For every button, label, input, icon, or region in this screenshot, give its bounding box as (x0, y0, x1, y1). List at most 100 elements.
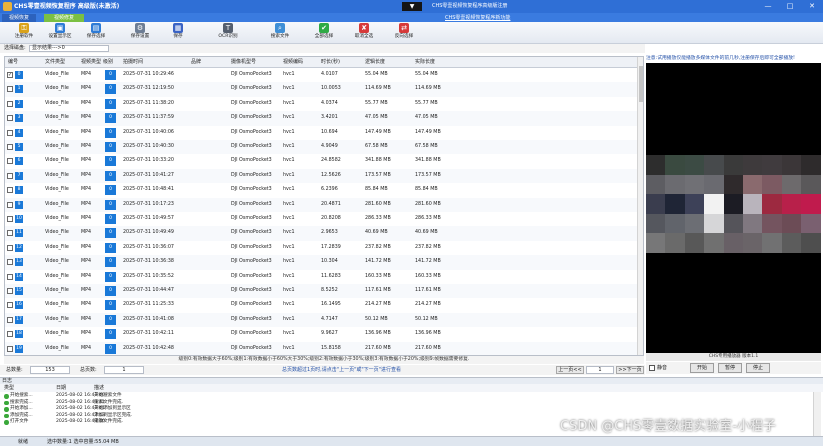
maximize-button[interactable]: □ (779, 0, 801, 13)
cell-dur: 2.9653 (321, 230, 338, 236)
table-row[interactable]: 3 Video_File MP4 2025-07-31 11:37:59 DJI Osm… (5, 111, 637, 126)
column-header[interactable]: 实际长度 (415, 57, 435, 68)
preview-pixel (743, 174, 763, 195)
preview-pixel (723, 233, 743, 253)
column-header[interactable]: 品牌 (191, 57, 201, 68)
cell-vtype: MP4 (81, 288, 92, 293)
table-row[interactable]: 10 Video_File MP4 2025-07-31 10:49:57 DJI Os… (5, 212, 637, 226)
row-checkbox[interactable] (7, 129, 13, 136)
table-row[interactable]: 17 Video_File MP4 2025-07-31 10:41:08 DJI Os… (5, 312, 637, 328)
row-checkbox[interactable] (7, 230, 13, 237)
row-checkbox[interactable] (7, 331, 13, 338)
row-checkbox[interactable] (7, 144, 13, 150)
cell-vtype: MP4 (81, 86, 92, 92)
toolbar-button-2[interactable]: ▤ 保存选择 (78, 23, 114, 43)
cell-ftype: Video_File (45, 129, 69, 135)
row-checkbox[interactable] (7, 244, 13, 251)
table-row[interactable]: 8 Video_File MP4 2025-07-31 10:48:41 DJI Osm… (5, 183, 637, 197)
cell-model: DJI OsmoPocket3 (231, 230, 272, 236)
toolbar-button-9[interactable]: ⇄ 反向选择 (386, 23, 422, 43)
row-index: 14 (15, 272, 23, 281)
toolbar-button-5[interactable]: T OCR识别 (210, 23, 246, 43)
mute-checkbox[interactable] (649, 365, 655, 371)
collapse-button[interactable]: ▼ (402, 2, 422, 11)
table-row[interactable]: 13 Video_File MP4 2025-07-31 10:36:38 DJI Os… (5, 255, 637, 270)
column-header[interactable]: 视频类型 (81, 57, 101, 68)
table-row[interactable]: 7 Video_File MP4 2025-07-31 10:41:27 DJI Osm… (5, 168, 637, 184)
table-row[interactable]: 15 Video_File MP4 2025-07-31 10:44:47 DJI Os… (5, 284, 637, 299)
prev-page-button[interactable]: 上一页<< (556, 366, 584, 374)
row-checkbox[interactable] (7, 158, 13, 165)
log-row[interactable]: 开始添加... 2025-08-02 16:43:41 开始添加到显示区 (0, 406, 823, 412)
log-desc: 开始添加到显示区 (94, 406, 131, 412)
row-checkbox[interactable] (7, 201, 13, 208)
close-button[interactable]: ✕ (801, 0, 823, 13)
scroll-thumb[interactable] (639, 66, 643, 102)
success-icon (4, 413, 9, 419)
table-row[interactable]: 2 Video_File MP4 2025-07-31 11:38:20 DJI Osm… (5, 97, 637, 111)
row-checkbox[interactable] (7, 187, 13, 194)
table-row[interactable]: 4 Video_File MP4 2025-07-31 10:40:06 DJI Osm… (5, 126, 637, 140)
toolbar-button-8[interactable]: ✘ 取消全选 (346, 23, 382, 43)
row-checkbox[interactable] (7, 316, 13, 323)
toolbar-button-4[interactable]: ▦ 保存 (160, 23, 196, 43)
tab-video-recovery[interactable]: 视频恢复 (2, 14, 36, 22)
row-checkbox[interactable]: ✓ (7, 72, 13, 78)
cell-codec: hvc1 (283, 187, 295, 193)
toolbar-button-0[interactable]: ⚿ 注册软件 (6, 23, 42, 43)
column-header[interactable]: 编号 (8, 57, 18, 68)
new-features-link[interactable]: CHS零壹视频恢复程序新功能 (445, 14, 510, 22)
toolbar-button-7[interactable]: ✔ 全部选择 (306, 23, 342, 43)
column-header[interactable]: 拍摄时间 (123, 57, 143, 68)
page-number-input[interactable]: 1 (586, 366, 614, 374)
table-row[interactable]: 9 Video_File MP4 2025-07-31 10:17:23 DJI Osm… (5, 197, 637, 212)
register-link[interactable]: CHS零壹视频恢复程序高级版注册 (432, 2, 507, 11)
table-row[interactable]: 14 Video_File MP4 2025-07-31 10:35:52 DJI Os… (5, 270, 637, 284)
toolbar-button-6[interactable]: ⌕ 搜索文件 (262, 23, 298, 43)
cell-model: DJI OsmoPocket3 (231, 86, 272, 92)
table-row[interactable]: 11 Video_File MP4 2025-07-31 10:49:49 DJI Os… (5, 226, 637, 241)
table-row[interactable]: 12 Video_File MP4 2025-07-31 10:36:07 DJI Os… (5, 241, 637, 255)
log-scrollbar[interactable] (813, 392, 821, 436)
log-desc: 开始搜索文件 (94, 393, 122, 398)
row-checkbox[interactable] (7, 345, 13, 352)
column-header[interactable]: 摄像机型号 (231, 57, 256, 68)
stop-button[interactable]: 停止 (746, 363, 770, 373)
tab-video-repair[interactable]: 视频修复 (44, 14, 84, 22)
table-row[interactable]: 19 Video_File MP4 2025-07-31 10:42:48 DJI Os… (5, 341, 637, 355)
row-checkbox[interactable] (7, 172, 13, 179)
row-checkbox[interactable] (7, 115, 13, 122)
row-checkbox[interactable] (7, 302, 13, 309)
column-header[interactable]: 逻辑长度 (365, 57, 385, 68)
column-header[interactable]: 视频编码 (283, 57, 303, 68)
level-badge: 0 (105, 199, 116, 210)
table-row[interactable]: 16 Video_File MP4 2025-07-31 11:25:33 DJI Os… (5, 298, 637, 312)
table-row[interactable]: 5 Video_File MP4 2025-07-31 10:40:30 DJI Osm… (5, 140, 637, 155)
cell-codec: hvc1 (283, 216, 295, 221)
disk-select-field[interactable]: 显示结果--->0 (29, 45, 109, 52)
toolbar-button-3[interactable]: ⚙ 保存设置 (122, 23, 158, 43)
row-checkbox[interactable] (7, 100, 13, 107)
row-checkbox[interactable] (7, 216, 13, 222)
row-checkbox[interactable] (7, 273, 13, 280)
search-icon: ⌕ (275, 23, 285, 33)
column-header[interactable]: 文件类型 (45, 57, 65, 68)
column-header[interactable]: 级别 (103, 57, 113, 68)
row-checkbox[interactable] (7, 86, 13, 93)
log-row[interactable]: 开始搜索... 2025-08-02 16:43:40 开始搜索文件 (0, 393, 823, 399)
table-vertical-scrollbar[interactable] (637, 57, 643, 355)
pause-button[interactable]: 暂停 (718, 363, 742, 373)
play-button[interactable]: 开始 (690, 363, 714, 373)
row-checkbox[interactable] (7, 259, 13, 266)
toolbar-button-1[interactable]: ▣ 设置显示区 (42, 23, 78, 43)
cell-logical: 55.77 MB (365, 100, 388, 106)
table-row[interactable]: ✓ 0 Video_File MP4 2025-07-31 10:29:46 DJI Os… (5, 68, 637, 82)
minimize-button[interactable]: — (757, 0, 779, 13)
table-row[interactable]: 6 Video_File MP4 2025-07-31 10:33:20 DJI Osm… (5, 154, 637, 168)
table-row[interactable]: 18 Video_File MP4 2025-07-31 10:42:11 DJI Os… (5, 327, 637, 341)
row-checkbox[interactable] (7, 288, 13, 294)
next-page-button[interactable]: >>下一页 (616, 366, 644, 374)
column-header[interactable]: 时长(秒) (321, 57, 340, 68)
cell-dur: 8.5252 (321, 288, 338, 293)
table-row[interactable]: 1 Video_File MP4 2025-07-31 12:19:50 DJI Osm… (5, 82, 637, 97)
